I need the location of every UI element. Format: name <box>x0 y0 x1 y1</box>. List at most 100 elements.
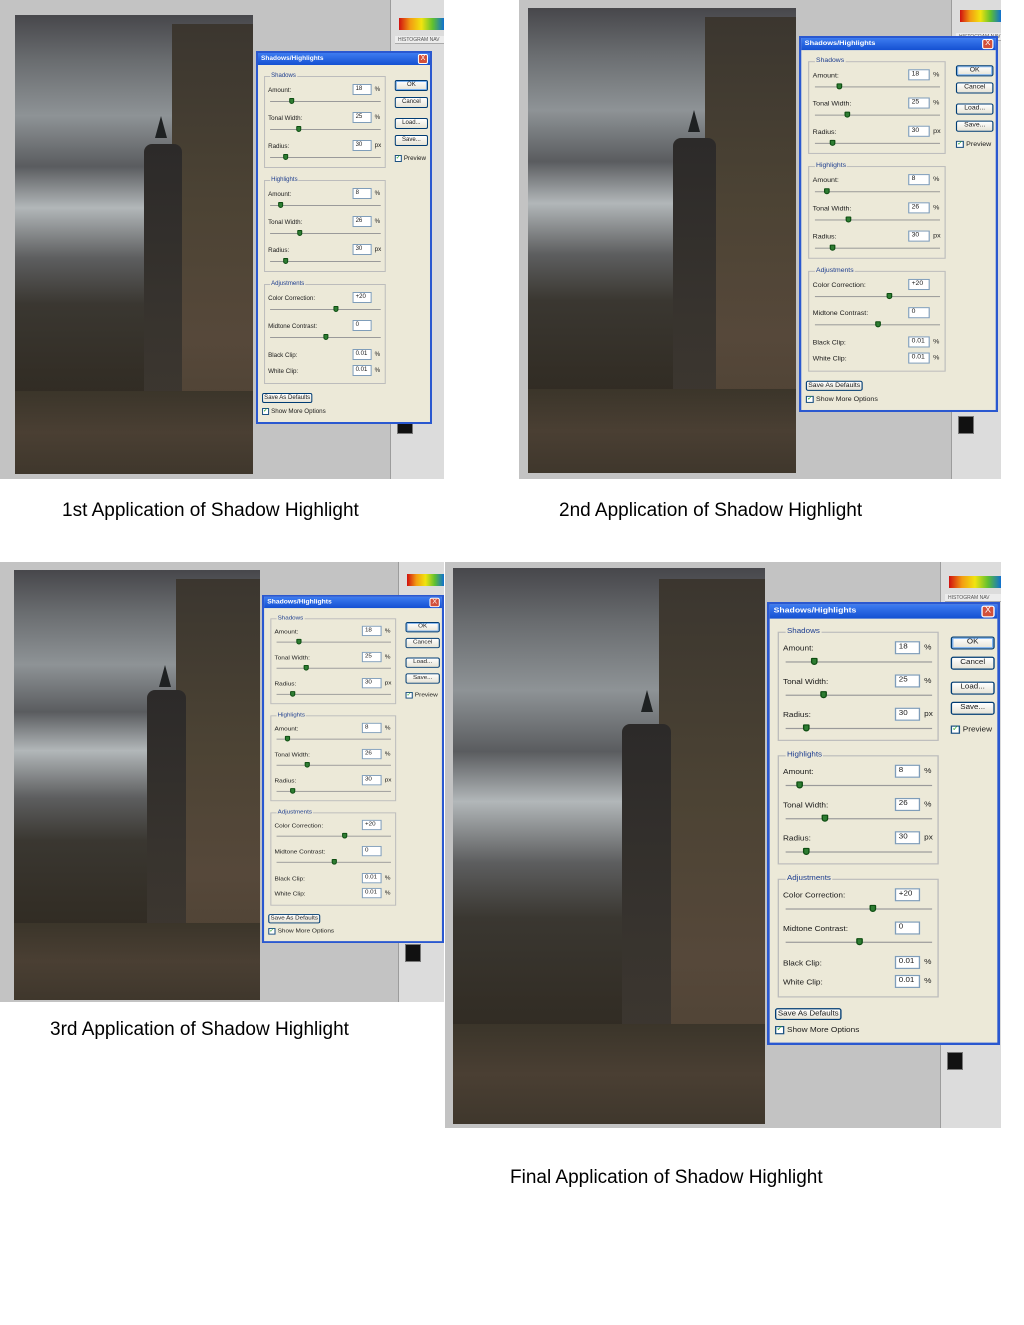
shadows-amount-input[interactable]: 18 <box>894 641 921 655</box>
shadows-tonal-width-slider-track[interactable] <box>270 129 381 130</box>
preview-checkbox[interactable]: ✓ <box>394 155 402 162</box>
close-icon[interactable]: X <box>982 39 994 50</box>
dialog-title-bar[interactable]: Shadows/Highlights <box>264 596 442 609</box>
shadows-radius-slider-knob[interactable] <box>282 154 288 160</box>
midtone-contrast-slider-knob[interactable] <box>855 938 863 946</box>
save-as-defaults-button[interactable]: Save As Defaults <box>262 393 313 403</box>
shadows-tonal-width-slider-track[interactable] <box>785 694 933 696</box>
highlights-radius-slider-knob[interactable] <box>289 788 295 794</box>
show-more-options-checkbox[interactable]: ✓ <box>262 408 270 415</box>
highlights-tonal-width-input[interactable]: 26 <box>894 797 921 812</box>
shadows-amount-slider-track[interactable] <box>814 86 941 88</box>
load-button[interactable]: Load... <box>394 118 428 129</box>
layer-thumbnail[interactable] <box>405 944 421 962</box>
shadows-amount-slider-knob[interactable] <box>289 98 295 104</box>
midtone-contrast-input[interactable]: 0 <box>908 307 930 319</box>
cancel-button[interactable]: Cancel <box>950 656 995 670</box>
save-button[interactable]: Save... <box>950 701 995 715</box>
color-correction-slider-knob[interactable] <box>869 904 877 912</box>
shadows-amount-slider-knob[interactable] <box>296 638 302 645</box>
color-correction-input[interactable]: +20 <box>361 819 382 831</box>
shadows-tonal-width-slider-knob[interactable] <box>303 664 310 671</box>
shadows-amount-slider-track[interactable] <box>276 641 391 643</box>
white-clip-input[interactable]: 0.01 <box>908 352 930 364</box>
highlights-amount-slider-track[interactable] <box>276 738 391 740</box>
ok-button[interactable]: OK <box>950 636 995 650</box>
midtone-contrast-slider-knob[interactable] <box>874 321 881 328</box>
color-correction-slider-track[interactable] <box>270 309 381 310</box>
shadows-amount-input[interactable]: 18 <box>352 84 372 95</box>
load-button[interactable]: Load... <box>955 103 994 115</box>
black-clip-input[interactable]: 0.01 <box>894 955 921 969</box>
ok-button[interactable]: OK <box>394 80 428 91</box>
highlights-tonal-width-slider-track[interactable] <box>785 818 933 820</box>
highlights-amount-slider-track[interactable] <box>785 784 933 787</box>
cancel-button[interactable]: Cancel <box>405 637 440 649</box>
show-more-options-checkbox[interactable]: ✓ <box>805 395 814 403</box>
highlights-amount-slider-knob[interactable] <box>285 735 291 742</box>
shadows-amount-slider-track[interactable] <box>270 101 381 102</box>
highlights-amount-slider-track[interactable] <box>814 191 941 193</box>
layer-thumbnail[interactable] <box>947 1052 963 1070</box>
color-correction-slider-knob[interactable] <box>886 293 893 300</box>
highlights-tonal-width-slider-knob[interactable] <box>845 216 852 223</box>
save-button[interactable]: Save... <box>394 135 428 146</box>
shadows-tonal-width-input[interactable]: 25 <box>352 112 372 123</box>
highlights-amount-slider-track[interactable] <box>270 205 381 206</box>
close-icon[interactable]: X <box>417 54 428 64</box>
highlights-amount-slider-knob[interactable] <box>278 202 284 208</box>
close-icon[interactable]: X <box>981 605 995 618</box>
shadows-tonal-width-input[interactable]: 25 <box>894 674 921 688</box>
highlights-amount-input[interactable]: 8 <box>908 174 930 186</box>
color-correction-input[interactable]: +20 <box>894 888 921 902</box>
black-clip-input[interactable]: 0.01 <box>908 336 930 348</box>
highlights-radius-slider-knob[interactable] <box>802 847 810 855</box>
highlights-tonal-width-slider-track[interactable] <box>270 233 381 234</box>
save-as-defaults-button[interactable]: Save As Defaults <box>805 380 863 391</box>
color-correction-slider-track[interactable] <box>814 296 941 298</box>
highlights-tonal-width-slider-knob[interactable] <box>304 762 311 768</box>
dialog-title-bar[interactable]: Shadows/Highlights <box>801 38 996 51</box>
shadows-tonal-width-slider-knob[interactable] <box>820 691 828 699</box>
black-clip-input[interactable]: 0.01 <box>352 349 372 360</box>
save-as-defaults-button[interactable]: Save As Defaults <box>268 914 321 924</box>
highlights-tonal-width-slider-track[interactable] <box>814 219 941 221</box>
highlights-radius-slider-knob[interactable] <box>829 244 835 251</box>
color-correction-slider-knob[interactable] <box>342 832 348 839</box>
shadows-radius-input[interactable]: 30 <box>361 678 382 689</box>
load-button[interactable]: Load... <box>405 657 440 668</box>
shadows-tonal-width-input[interactable]: 25 <box>908 97 930 109</box>
highlights-radius-input[interactable]: 30 <box>894 831 921 845</box>
highlights-tonal-width-slider-track[interactable] <box>276 764 391 766</box>
black-clip-input[interactable]: 0.01 <box>361 873 382 884</box>
save-as-defaults-button[interactable]: Save As Defaults <box>774 1008 842 1021</box>
histogram-tab[interactable]: HISTOGRAM NAV <box>945 594 1001 602</box>
shadows-radius-slider-knob[interactable] <box>802 724 810 732</box>
preview-checkbox[interactable]: ✓ <box>950 725 961 734</box>
cancel-button[interactable]: Cancel <box>394 97 428 108</box>
shadows-tonal-width-slider-track[interactable] <box>814 114 941 116</box>
dialog-title-bar[interactable]: Shadows/Highlights <box>769 604 998 619</box>
midtone-contrast-slider-knob[interactable] <box>331 859 337 865</box>
preview-checkbox[interactable]: ✓ <box>405 692 413 699</box>
show-more-options-checkbox[interactable]: ✓ <box>268 928 276 935</box>
highlights-amount-input[interactable]: 8 <box>352 188 372 199</box>
white-clip-input[interactable]: 0.01 <box>894 974 921 988</box>
color-correction-slider-track[interactable] <box>276 835 391 837</box>
shadows-amount-slider-track[interactable] <box>785 661 933 663</box>
white-clip-input[interactable]: 0.01 <box>361 887 382 899</box>
ok-button[interactable]: OK <box>405 622 440 633</box>
shadows-tonal-width-slider-knob[interactable] <box>844 111 851 118</box>
highlights-radius-input[interactable]: 30 <box>361 775 382 786</box>
ok-button[interactable]: OK <box>955 65 994 77</box>
white-clip-input[interactable]: 0.01 <box>352 365 372 376</box>
color-correction-input[interactable]: +20 <box>352 292 372 303</box>
midtone-contrast-slider-knob[interactable] <box>322 334 328 340</box>
save-button[interactable]: Save... <box>405 673 440 684</box>
highlights-amount-input[interactable]: 8 <box>361 722 382 734</box>
highlights-tonal-width-slider-knob[interactable] <box>821 814 829 822</box>
shadows-amount-slider-knob[interactable] <box>810 657 818 665</box>
layer-thumbnail[interactable] <box>958 416 974 434</box>
shadows-radius-input[interactable]: 30 <box>908 125 930 137</box>
shadows-amount-input[interactable]: 18 <box>361 625 382 637</box>
